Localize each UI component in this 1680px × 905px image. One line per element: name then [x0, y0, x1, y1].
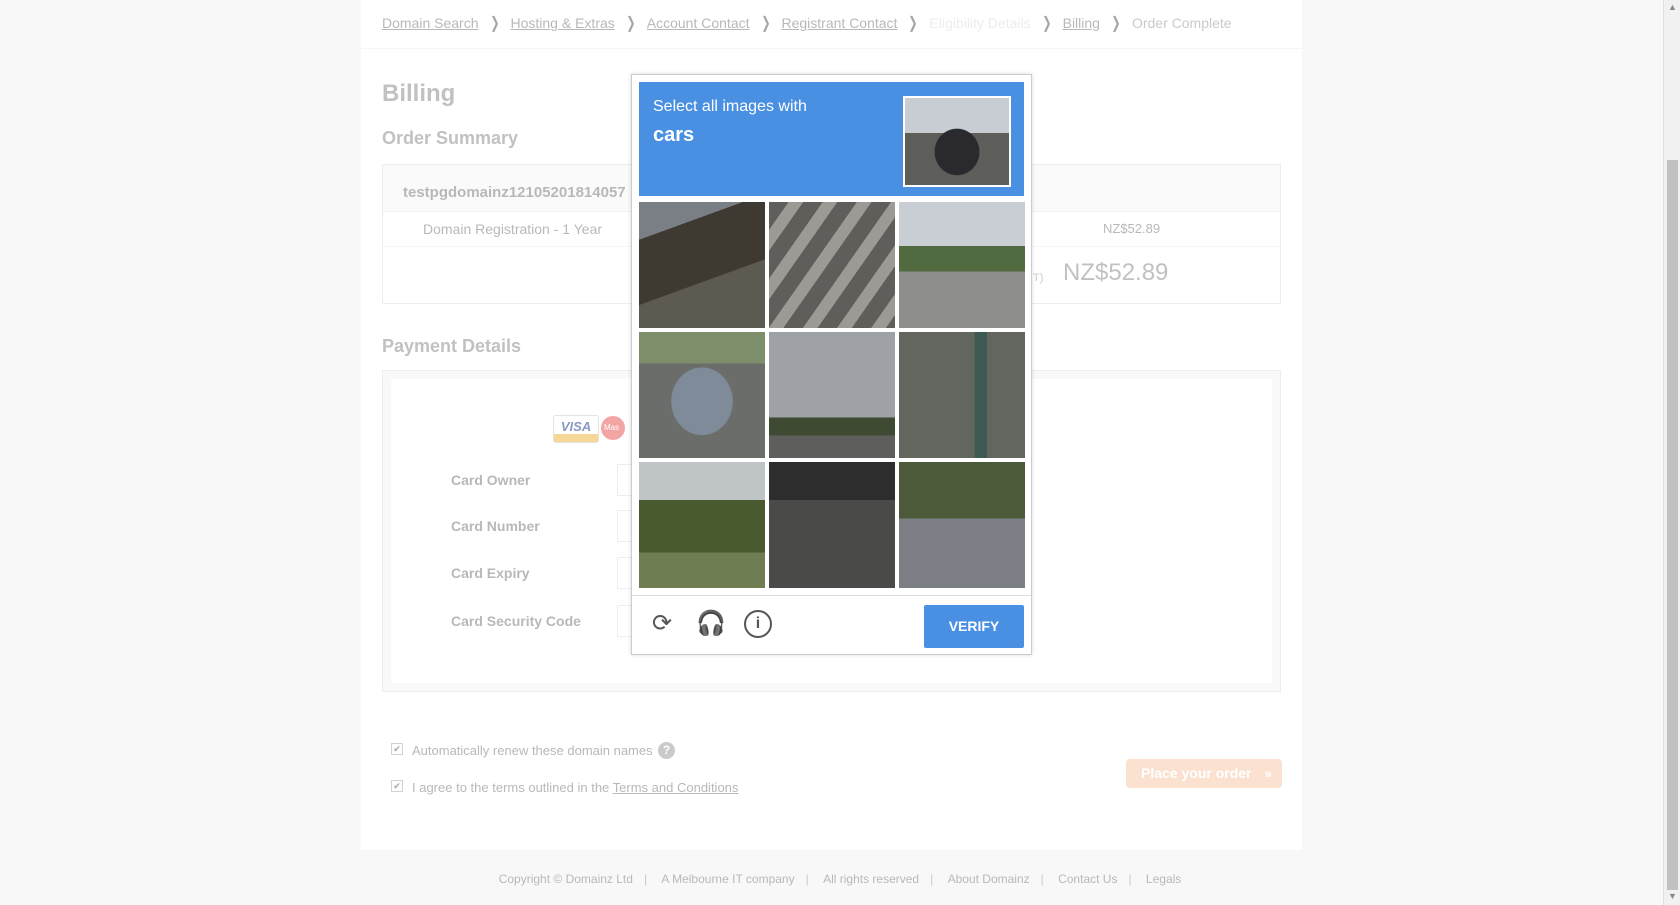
- captcha-tile-5[interactable]: [769, 332, 895, 458]
- captcha-challenge: Select all images with cars ⟳ 🎧 i VERIFY: [631, 74, 1032, 655]
- captcha-tile-2[interactable]: [769, 202, 895, 328]
- scroll-down-arrow-icon[interactable]: ▼: [1668, 891, 1677, 901]
- captcha-tile-9[interactable]: [899, 462, 1025, 588]
- captcha-tile-4[interactable]: [639, 332, 765, 458]
- captcha-tile-8[interactable]: [769, 462, 895, 588]
- captcha-instruction: Select all images with: [653, 98, 807, 115]
- reload-icon[interactable]: ⟳: [648, 610, 676, 638]
- info-icon[interactable]: i: [744, 610, 772, 638]
- captcha-tile-6[interactable]: [899, 332, 1025, 458]
- scrollbar-thumb[interactable]: [1667, 160, 1678, 890]
- scroll-up-arrow-icon[interactable]: ▲: [1668, 2, 1677, 12]
- captcha-tile-3[interactable]: [899, 202, 1025, 328]
- captcha-header: Select all images with cars: [639, 82, 1024, 196]
- captcha-tile-7[interactable]: [639, 462, 765, 588]
- headphones-icon[interactable]: 🎧: [696, 610, 726, 638]
- captcha-example-image: [903, 96, 1011, 187]
- scrollbar[interactable]: ▲ ▼: [1663, 0, 1680, 905]
- divider: [632, 595, 1031, 596]
- captcha-target: cars: [653, 124, 695, 146]
- verify-button[interactable]: VERIFY: [924, 605, 1024, 648]
- captcha-tile-1[interactable]: [639, 202, 765, 328]
